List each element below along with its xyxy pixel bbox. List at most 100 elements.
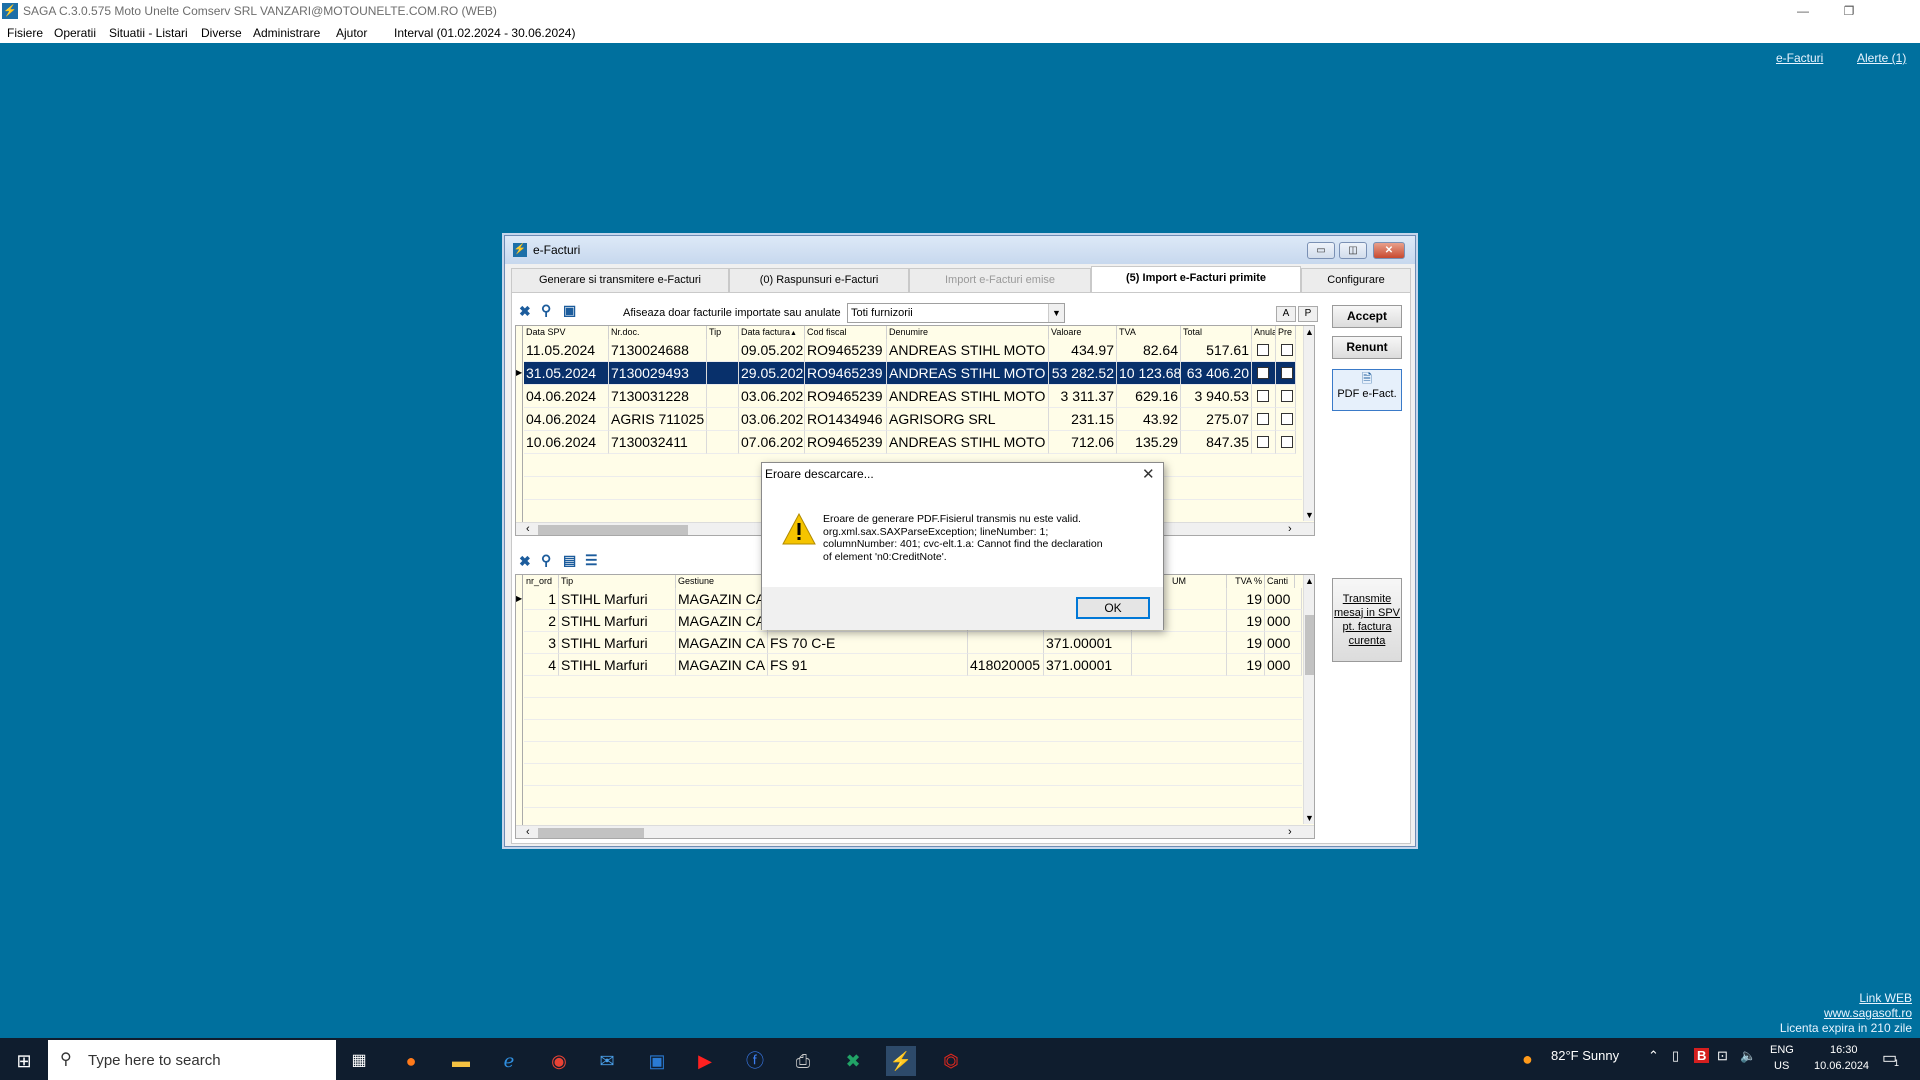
menu-administrare[interactable]: Administrare — [253, 26, 320, 40]
mail-icon[interactable]: ✉ — [592, 1046, 622, 1076]
cell-tip[interactable] — [707, 431, 739, 454]
menu-operatii[interactable]: Operatii — [54, 26, 96, 40]
lines-scroll-down-icon[interactable]: ▼ — [1305, 813, 1314, 823]
cell-denumire[interactable]: AGRISORG SRL — [887, 408, 1049, 431]
supplier-select[interactable]: Toti furnizorii ▼ — [847, 303, 1065, 323]
cell-tva[interactable]: 135.29 — [1117, 431, 1181, 454]
line-cell-gestiune[interactable]: MAGAZIN CA — [676, 610, 768, 632]
cell-data-factura[interactable]: 29.05.202 — [739, 362, 805, 385]
line-cell-nr[interactable]: 2 — [524, 610, 559, 632]
line-cell-pret[interactable]: 371.00001 — [1044, 632, 1132, 654]
col-data-spv[interactable]: Data SPV — [524, 326, 609, 339]
cell-data-factura[interactable]: 03.06.202 — [739, 408, 805, 431]
menu-diverse[interactable]: Diverse — [201, 26, 242, 40]
invoices-vscroll[interactable]: ▲ ▼ — [1303, 326, 1314, 521]
p-button[interactable]: P — [1298, 306, 1318, 322]
facebook-icon[interactable]: ⓕ — [740, 1046, 770, 1076]
cell-data-factura[interactable]: 07.06.202 — [739, 431, 805, 454]
lines-scroll-up-icon[interactable]: ▲ — [1305, 576, 1314, 586]
scroll-left-icon[interactable]: ‹ — [526, 523, 530, 535]
cell-data-factura[interactable]: 09.05.202 — [739, 339, 805, 362]
line-cell-tip[interactable]: STIHL Marfuri — [559, 588, 676, 610]
col-gestiune[interactable]: Gestiune — [676, 575, 768, 588]
invoice-row[interactable]: ▶ 31.05.2024 7130029493 29.05.202 RO9465239 A… — [516, 362, 1302, 385]
col-tva[interactable]: TVA — [1117, 326, 1181, 339]
cell-tva[interactable]: 82.64 — [1117, 339, 1181, 362]
cell-valoare[interactable]: 53 282.52 — [1049, 362, 1117, 385]
invoice-row[interactable]: 04.06.2024 7130031228 03.06.202 RO9465239 AN… — [516, 385, 1302, 408]
col-anulat[interactable]: Anulat — [1252, 326, 1276, 339]
col-cant[interactable]: Canti — [1265, 575, 1295, 588]
bitdefender-icon[interactable]: B — [1694, 1048, 1710, 1063]
tab-generare[interactable]: Generare si transmitere e-Facturi — [511, 268, 729, 292]
lines-vscroll-thumb[interactable] — [1305, 615, 1314, 675]
pdf-efact-button[interactable]: 🗎 PDF e-Fact. — [1332, 369, 1402, 411]
line-cell-tip[interactable]: STIHL Marfuri — [559, 632, 676, 654]
a-button[interactable]: A — [1276, 306, 1296, 322]
cell-total[interactable]: 517.61 — [1181, 339, 1252, 362]
invoice-row[interactable]: 11.05.2024 7130024688 09.05.202 RO9465239 AN… — [516, 339, 1302, 362]
cell-denumire[interactable]: ANDREAS STIHL MOTO — [887, 362, 1049, 385]
clock-date[interactable]: 10.06.2024 — [1814, 1060, 1869, 1072]
cell-nr-doc[interactable]: 7130029493 — [609, 362, 707, 385]
scroll-right-icon[interactable]: › — [1288, 523, 1292, 535]
cell-cod-fiscal[interactable]: RO1434946 — [805, 408, 887, 431]
cell-nr-doc[interactable]: 7130024688 — [609, 339, 707, 362]
line-cell-tip[interactable]: STIHL Marfuri — [559, 610, 676, 632]
firefox-icon[interactable]: ● — [396, 1046, 426, 1076]
task-view-icon[interactable]: ▦ — [344, 1046, 374, 1076]
cell-tva[interactable]: 10 123.68 — [1117, 362, 1181, 385]
invoices-hscroll-thumb[interactable] — [538, 525, 688, 535]
line-cell-tva[interactable]: 19 — [1227, 610, 1265, 632]
cell-tip[interactable] — [707, 385, 739, 408]
col-data-factura[interactable]: Data factura▲ — [739, 326, 805, 339]
cell-valoare[interactable]: 3 311.37 — [1049, 385, 1117, 408]
cell-nr-doc[interactable]: AGRIS 711025 — [609, 408, 707, 431]
clock-time[interactable]: 16:30 — [1830, 1044, 1858, 1056]
cell-data-spv[interactable]: 11.05.2024 — [524, 339, 609, 362]
cell-cod-fiscal[interactable]: RO9465239 — [805, 385, 887, 408]
cell-data-spv[interactable]: 10.06.2024 — [524, 431, 609, 454]
accept-button[interactable]: Accept — [1332, 305, 1402, 328]
file-explorer-icon[interactable]: ▬ — [446, 1046, 476, 1076]
pre-checkbox[interactable] — [1281, 413, 1293, 425]
line-cell-tva[interactable]: 19 — [1227, 654, 1265, 676]
anulat-checkbox[interactable] — [1257, 390, 1269, 402]
lines-search-icon[interactable]: ⚲ — [541, 552, 551, 569]
line-cell-tva[interactable]: 19 — [1227, 588, 1265, 610]
cell-data-factura[interactable]: 03.06.202 — [739, 385, 805, 408]
folder-icon[interactable]: ▣ — [563, 302, 576, 319]
col-denumire[interactable]: Denumire — [887, 326, 1049, 339]
excel-icon[interactable]: ✖ — [838, 1046, 868, 1076]
efacturi-link[interactable]: e-Facturi — [1776, 51, 1823, 65]
col-nr-ord[interactable]: nr_ord — [524, 575, 559, 588]
acrobat-icon[interactable]: ⏣ — [936, 1046, 966, 1076]
minimize-icon[interactable]: — — [1780, 0, 1826, 22]
line-cell-pret[interactable]: 371.00001 — [1044, 654, 1132, 676]
anulat-checkbox[interactable] — [1257, 413, 1269, 425]
col-um[interactable]: UM — [1170, 575, 1227, 588]
window-close-icon[interactable]: ✕ — [1373, 242, 1405, 259]
line-cell-nr[interactable]: 1 — [524, 588, 559, 610]
cell-denumire[interactable]: ANDREAS STIHL MOTO — [887, 339, 1049, 362]
col-cod-fiscal[interactable]: Cod fiscal — [805, 326, 887, 339]
cell-tip[interactable] — [707, 339, 739, 362]
col-pre[interactable]: Pre — [1276, 326, 1296, 339]
pre-checkbox[interactable] — [1281, 436, 1293, 448]
lines-sort-icon[interactable]: ☰ — [585, 552, 598, 569]
lines-hscroll[interactable]: ‹ › — [516, 825, 1314, 838]
line-cell-cod[interactable]: 418020005 — [968, 654, 1044, 676]
search-binoculars-icon[interactable]: ⚲ — [541, 302, 551, 319]
invoice-row[interactable]: 10.06.2024 7130032411 07.06.202 RO9465239 AN… — [516, 431, 1302, 454]
window-minimize-icon[interactable]: ▭ — [1307, 242, 1335, 259]
cell-data-spv[interactable]: 31.05.2024 — [524, 362, 609, 385]
pre-checkbox[interactable] — [1281, 344, 1293, 356]
renunt-button[interactable]: Renunt — [1332, 336, 1402, 359]
pre-checkbox[interactable] — [1281, 390, 1293, 402]
outlook-icon[interactable]: ▣ — [642, 1046, 672, 1076]
saga-taskbar-icon[interactable]: ⚡ — [886, 1046, 916, 1076]
tab-raspunsuri[interactable]: (0) Raspunsuri e-Facturi — [729, 268, 909, 292]
col-valoare[interactable]: Valoare — [1049, 326, 1117, 339]
tray-chevron-icon[interactable]: ⌃ — [1648, 1048, 1659, 1064]
usb-icon[interactable]: ▯ — [1672, 1048, 1679, 1064]
